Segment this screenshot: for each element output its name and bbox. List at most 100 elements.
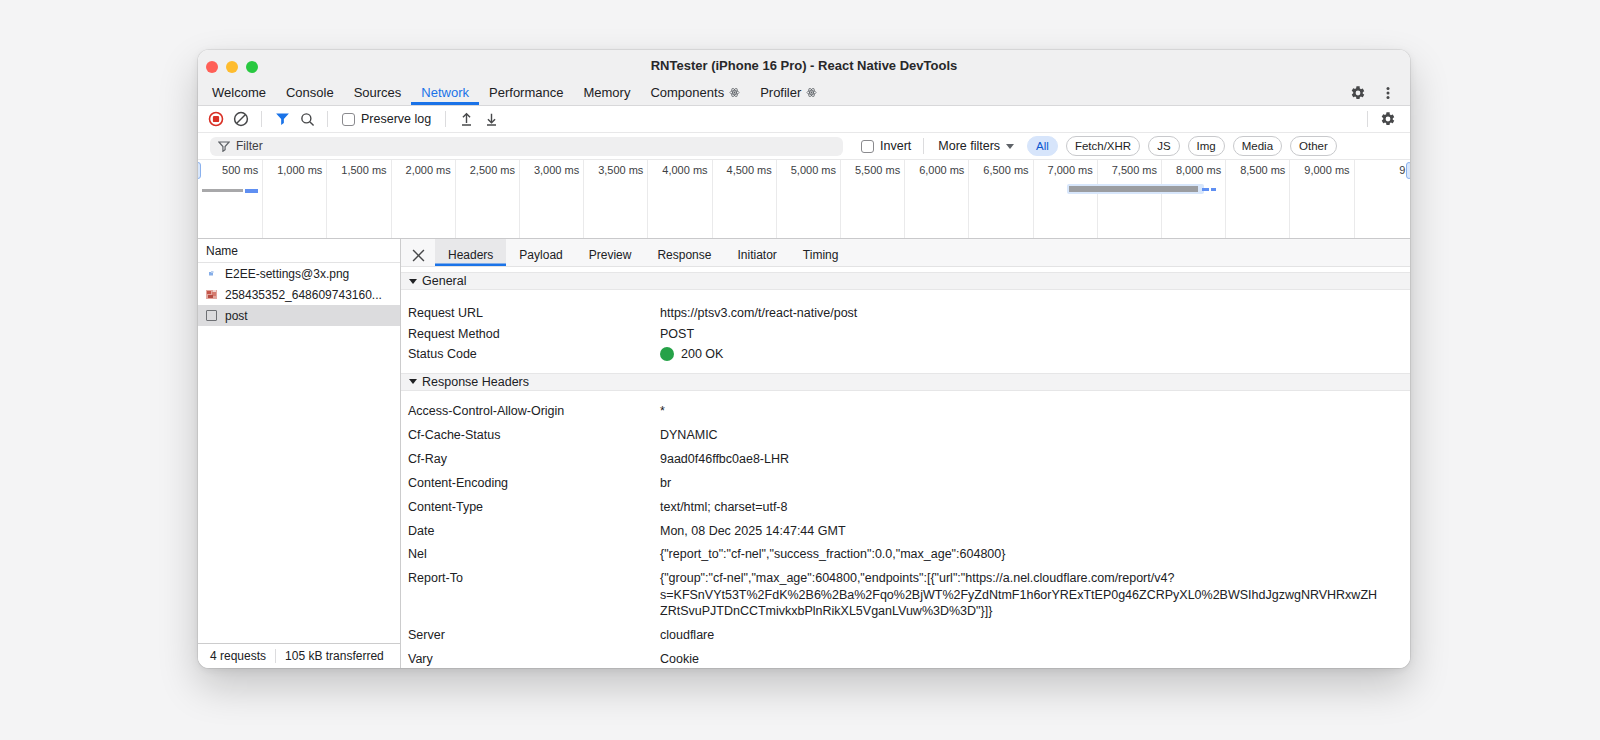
header-name: Server [408, 627, 660, 643]
header-name: Cf-Ray [408, 451, 660, 467]
main-tab-sources[interactable]: Sources [344, 80, 412, 105]
timeline-tick-label: 8,000 ms [1176, 164, 1221, 176]
status-dot [660, 347, 674, 361]
detail-tab-initiator[interactable]: Initiator [724, 239, 789, 266]
timeline-gridline: 4,500 ms [713, 160, 777, 238]
header-row: Vary Cookie [408, 647, 1378, 668]
header-name: Report-To [408, 570, 660, 619]
detail-tab-response[interactable]: Response [644, 239, 724, 266]
header-value: br [660, 475, 1378, 491]
timeline-gridline: 6,500 ms [969, 160, 1033, 238]
kebab-menu-icon[interactable] [1378, 83, 1398, 103]
preserve-log-checkbox[interactable] [342, 113, 355, 126]
detail-tab-timing[interactable]: Timing [790, 239, 852, 266]
search-icon[interactable] [297, 109, 317, 129]
react-atom-icon [806, 87, 817, 98]
main-tab-console[interactable]: Console [276, 80, 344, 105]
request-detail-panel: Headers Payload Preview Response Initiat… [401, 239, 1410, 668]
divider [261, 111, 262, 127]
more-filters-dropdown[interactable]: More filters [938, 139, 1014, 153]
settings-gear-icon[interactable] [1348, 83, 1368, 103]
timeline-tick-label: 3,500 ms [598, 164, 643, 176]
filter-funnel-icon [218, 141, 230, 152]
section-header-general[interactable]: General [401, 272, 1410, 290]
maximize-window-button[interactable] [246, 61, 258, 73]
preserve-log-label: Preserve log [361, 112, 431, 126]
main-tab-memory[interactable]: Memory [573, 80, 640, 105]
divider [445, 111, 446, 127]
header-row: Request Method POST [408, 324, 1378, 345]
timeline-gridline: 500 ms [199, 160, 263, 238]
timeline-tick-label: 500 ms [222, 164, 258, 176]
disclosure-triangle-icon [409, 279, 417, 284]
main-tab-profiler[interactable]: Profiler [750, 80, 827, 105]
main-tab-welcome[interactable]: Welcome [202, 80, 276, 105]
header-row: Request URL https://ptsv3.com/t/react-na… [408, 303, 1378, 324]
divider [327, 111, 328, 127]
timeline-tick-label: 7,000 ms [1048, 164, 1093, 176]
request-row[interactable]: E2EE-settings@3x.png [198, 263, 400, 284]
header-value: Cookie [660, 651, 1378, 667]
main-tab-components[interactable]: Components [640, 80, 750, 105]
filter-pill-fetchxhr[interactable]: Fetch/XHR [1066, 136, 1140, 156]
detail-tab-preview[interactable]: Preview [576, 239, 645, 266]
transferred-size: 105 kB transferred [285, 649, 384, 663]
timeline-tick-label: 5,000 ms [791, 164, 836, 176]
request-row[interactable]: 258435352_648609743160... [198, 284, 400, 305]
timeline-gridline: 8,000 ms [1162, 160, 1226, 238]
timeline-gridline: 5,000 ms [777, 160, 841, 238]
image-preview-blue-icon [205, 267, 218, 280]
export-har-icon[interactable] [481, 109, 501, 129]
filter-pill-js[interactable]: JS [1148, 136, 1179, 156]
main-tab-network[interactable]: Network [411, 80, 479, 105]
close-detail-button[interactable] [401, 239, 435, 266]
timeline-gridline: 4,000 ms [648, 160, 712, 238]
timeline-tick-label: 8,500 ms [1240, 164, 1285, 176]
header-value: Mon, 08 Dec 2025 14:47:44 GMT [660, 523, 1378, 539]
header-value: text/html; charset=utf-8 [660, 499, 1378, 515]
close-window-button[interactable] [206, 61, 218, 73]
network-overview-timeline[interactable]: 500 ms1,000 ms1,500 ms2,000 ms2,500 ms3,… [198, 160, 1410, 239]
filter-pill-img[interactable]: Img [1188, 136, 1225, 156]
header-row: Access-Control-Allow-Origin * [408, 399, 1378, 423]
header-row: Report-To {"group":"cf-nel","max_age":60… [408, 567, 1378, 624]
window-title: RNTester (iPhone 16 Pro) - React Native … [651, 58, 958, 73]
section-header-response-headers[interactable]: Response Headers [401, 373, 1410, 391]
network-settings-gear-icon[interactable] [1378, 109, 1398, 129]
waterfall-bar [1211, 188, 1216, 191]
name-column-header[interactable]: Name [198, 239, 400, 263]
clear-network-log-button[interactable] [231, 109, 251, 129]
filter-input[interactable]: Filter [210, 137, 843, 156]
timeline-gridline: 3,000 ms [520, 160, 584, 238]
filter-pill-other[interactable]: Other [1290, 136, 1337, 156]
main-tab-performance[interactable]: Performance [479, 80, 573, 105]
timeline-gridline: 5,500 ms [841, 160, 905, 238]
header-name: Content-Type [408, 499, 660, 515]
timeline-gridline: 1,000 ms [263, 160, 327, 238]
main-tab-bar: Welcome Console Sources Network Performa… [198, 80, 1410, 106]
devtools-window: RNTester (iPhone 16 Pro) - React Native … [198, 50, 1410, 668]
header-name: Nel [408, 546, 660, 562]
filter-pill-media[interactable]: Media [1233, 136, 1282, 156]
header-row: Content-Encoding br [408, 471, 1378, 495]
network-toolbar: Preserve log [198, 106, 1410, 133]
timeline-right-handle[interactable] [1406, 162, 1410, 179]
timeline-left-handle[interactable] [198, 162, 201, 179]
request-row[interactable]: post [198, 305, 400, 326]
header-row: Nel {"report_to":"cf-nel","success_fract… [408, 543, 1378, 567]
minimize-window-button[interactable] [226, 61, 238, 73]
record-network-log-button[interactable] [206, 109, 226, 129]
detail-tab-payload[interactable]: Payload [506, 239, 575, 266]
timeline-gridline: 7,000 ms [1034, 160, 1098, 238]
header-name: Status Code [408, 346, 660, 362]
detail-tab-headers[interactable]: Headers [435, 239, 506, 266]
requests-panel: Name E2EE-settings@3x.png 258435352_6486… [198, 239, 401, 668]
filter-pill-all[interactable]: All [1027, 136, 1058, 156]
import-har-icon[interactable] [456, 109, 476, 129]
timeline-tick-label: 6,000 ms [919, 164, 964, 176]
timeline-tick-label: 2,500 ms [470, 164, 515, 176]
header-row: Cf-Ray 9aad0f46ffbc0ae8-LHR [408, 447, 1378, 471]
filter-toggle-icon[interactable] [272, 109, 292, 129]
header-value: 9aad0f46ffbc0ae8-LHR [660, 451, 1378, 467]
invert-checkbox[interactable] [861, 140, 874, 153]
